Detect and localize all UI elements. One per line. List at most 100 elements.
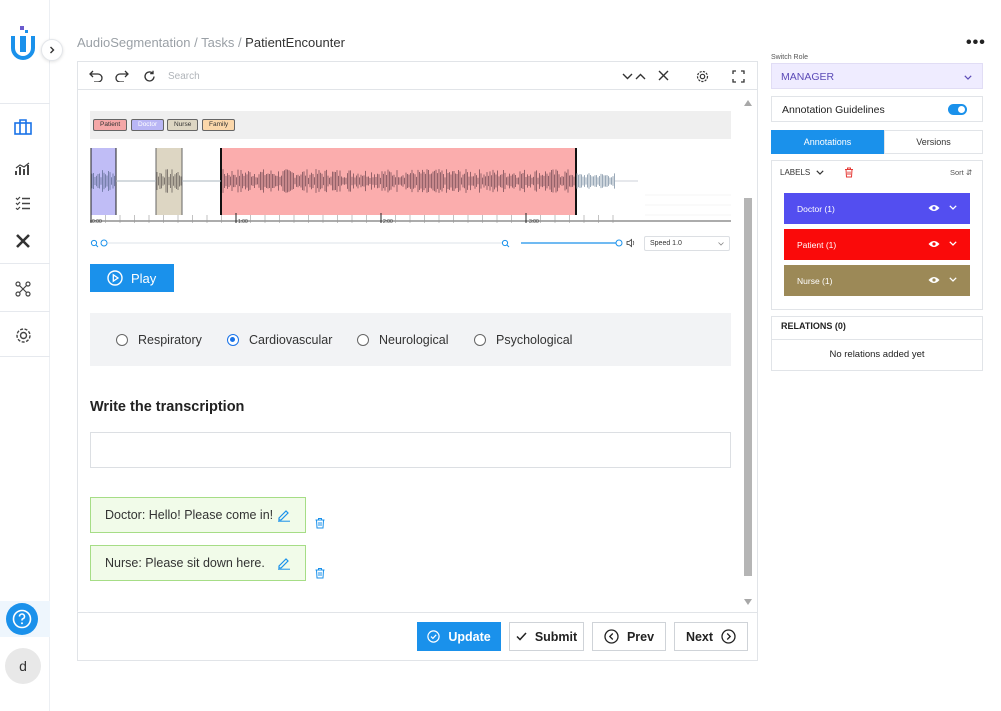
tasks-list-icon[interactable] (11, 191, 35, 215)
label-chip-patient[interactable]: Patient (93, 119, 128, 131)
label-item-doctor[interactable]: Doctor (1) (784, 193, 970, 224)
settings-icon[interactable] (11, 323, 35, 347)
tab-annotations[interactable]: Annotations (771, 130, 884, 154)
fullscreen-icon[interactable] (730, 68, 746, 84)
search-input[interactable] (168, 67, 568, 85)
radio-respiratory[interactable]: Respiratory (116, 333, 202, 347)
radio-psychological[interactable]: Psychological (474, 333, 572, 347)
gear-icon[interactable] (694, 68, 710, 84)
delete-icon[interactable] (314, 567, 326, 579)
breadcrumb: AudioSegmentation / Tasks / PatientEncou… (77, 35, 345, 50)
collapse-sidebar-button[interactable] (41, 39, 63, 61)
zoom-in-icon (501, 239, 510, 248)
check-circle-icon (427, 630, 441, 643)
transcription-item[interactable]: Nurse: Please sit down here. (90, 545, 306, 581)
chevron-down-icon[interactable] (949, 241, 957, 246)
tools-icon[interactable] (11, 229, 35, 253)
time-label: 1:00 (238, 219, 248, 225)
chevron-down-icon[interactable] (949, 205, 957, 210)
breadcrumb-separator: / (190, 35, 202, 50)
relations-divider (771, 339, 983, 340)
check-icon (516, 632, 527, 641)
audio-waveform[interactable] (90, 145, 731, 227)
delete-icon[interactable] (314, 517, 326, 529)
eye-icon[interactable] (928, 204, 940, 212)
chevron-down-icon (816, 170, 824, 175)
speed-label: Speed 1.0 (650, 240, 682, 247)
breadcrumb-project[interactable]: AudioSegmentation (77, 35, 190, 50)
role-select[interactable]: MANAGER (771, 63, 983, 89)
redo-icon[interactable] (114, 68, 130, 84)
arrow-left-circle-icon (604, 629, 619, 644)
radio-button[interactable] (116, 334, 128, 346)
help-button[interactable] (6, 603, 38, 635)
undo-icon[interactable] (88, 68, 104, 84)
scrollbar-thumb[interactable] (744, 198, 752, 576)
zoom-controls (90, 237, 731, 251)
chevron-up-icon[interactable] (632, 68, 648, 84)
label-name: Nurse (1) (797, 275, 833, 286)
radio-button-selected[interactable] (227, 334, 239, 346)
zoom-out-icon (90, 239, 99, 248)
delete-icon[interactable] (844, 167, 854, 178)
prev-button[interactable]: Prev (592, 622, 666, 651)
sort-button[interactable]: Sort ⇵ (950, 168, 972, 177)
sort-icon: ⇵ (965, 168, 973, 177)
analytics-icon[interactable] (11, 157, 35, 181)
label-name: Patient (1) (797, 239, 837, 250)
next-button[interactable]: Next (674, 622, 748, 651)
chevron-right-icon (50, 46, 55, 54)
radio-neurological[interactable]: Neurological (357, 333, 448, 347)
workflow-icon[interactable] (11, 277, 35, 301)
radio-button[interactable] (474, 334, 486, 346)
sort-label: Sort (950, 168, 964, 177)
radio-label: Psychological (496, 333, 573, 347)
time-label: 3:00 (529, 219, 539, 225)
label-chip-doctor[interactable]: Doctor (131, 119, 165, 131)
update-button[interactable]: Update (417, 622, 501, 651)
more-options-icon[interactable]: ••• (966, 34, 986, 52)
radio-cardiovascular[interactable]: Cardiovascular (227, 333, 332, 347)
prev-label: Prev (626, 629, 655, 644)
time-label: 2:00 (383, 219, 393, 225)
transcription-item[interactable]: Doctor: Hello! Please come in! (90, 497, 306, 533)
projects-icon[interactable] (11, 115, 35, 139)
editor-toolbar (77, 61, 758, 89)
transcription-text: Nurse: Please sit down here. (105, 556, 265, 570)
user-avatar[interactable]: d (5, 648, 41, 684)
next-label: Next (685, 629, 714, 644)
label-item-patient[interactable]: Patient (1) (784, 229, 970, 260)
relations-title: RELATIONS (0) (781, 321, 846, 331)
reset-icon[interactable] (141, 68, 157, 84)
playback-speed-select[interactable]: Speed 1.0 (644, 236, 730, 251)
label-item-nurse[interactable]: Nurse (1) (784, 265, 970, 296)
close-icon[interactable] (655, 67, 671, 83)
labels-filter[interactable]: LABELS (780, 167, 854, 178)
guidelines-label: Annotation Guidelines (782, 104, 885, 116)
arrow-right-circle-icon (721, 629, 736, 644)
transcription-heading: Write the transcription (90, 399, 245, 415)
label-chip-nurse[interactable]: Nurse (167, 119, 199, 131)
eye-icon[interactable] (928, 276, 940, 284)
tab-versions[interactable]: Versions (884, 130, 983, 154)
eye-icon[interactable] (928, 240, 940, 248)
breadcrumb-tasks[interactable]: Tasks (201, 35, 234, 50)
guidelines-toggle[interactable] (948, 104, 967, 115)
submit-button[interactable]: Submit (509, 622, 584, 651)
question-icon (12, 609, 32, 629)
radio-button[interactable] (357, 334, 369, 346)
edit-icon[interactable] (277, 508, 291, 522)
app-logo-icon[interactable] (9, 24, 37, 64)
submit-label: Submit (534, 629, 578, 644)
zoom-slider-handle (100, 239, 108, 247)
chevron-down-icon (718, 242, 724, 246)
breadcrumb-current: PatientEncounter (245, 35, 345, 50)
chevron-down-icon[interactable] (949, 277, 957, 282)
footer-divider (77, 612, 758, 613)
play-button[interactable]: Play (90, 264, 174, 292)
label-chip-family[interactable]: Family (202, 119, 236, 131)
transcription-text: Doctor: Hello! Please come in! (105, 508, 274, 522)
edit-icon[interactable] (277, 556, 291, 570)
breadcrumb-separator: / (234, 35, 246, 50)
transcription-input[interactable] (90, 432, 731, 468)
